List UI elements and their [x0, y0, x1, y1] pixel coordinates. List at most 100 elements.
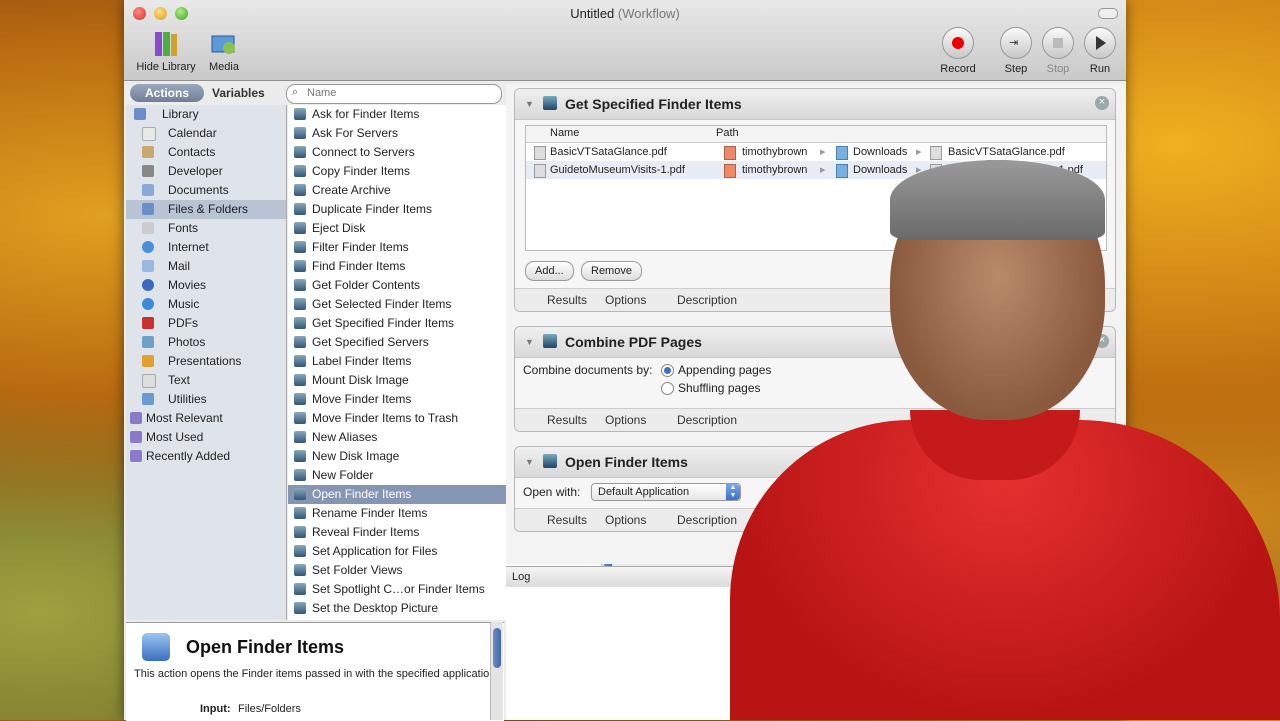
open-with-value: Default Application	[598, 486, 690, 498]
sidebar-item-pdfs[interactable]: PDFs	[126, 314, 286, 333]
run-button[interactable]: Run	[1080, 27, 1120, 75]
tab-variables[interactable]: Variables	[202, 84, 275, 102]
options-tab[interactable]: Options	[605, 413, 646, 427]
sidebar-item-movies[interactable]: Movies	[126, 276, 286, 295]
action-list-item-label: Set the Desktop Picture	[312, 601, 439, 615]
path-separator-icon: ▸	[820, 146, 826, 158]
presentations-icon	[142, 355, 154, 367]
mail-icon	[142, 260, 154, 272]
path-user: timothybrown	[742, 146, 808, 158]
sidebar-item-utilities[interactable]: Utilities	[126, 390, 286, 409]
sidebar-item-calendar[interactable]: Calendar	[126, 124, 286, 143]
finder-action-icon	[294, 526, 306, 538]
column-path-header[interactable]: Path	[716, 127, 739, 139]
sidebar-item-developer[interactable]: Developer	[126, 162, 286, 181]
action-list-item-label: Find Finder Items	[312, 259, 406, 273]
sidebar-item-recently-added[interactable]: Recently Added	[126, 447, 286, 466]
sidebar-item-music[interactable]: Music	[126, 295, 286, 314]
action-header[interactable]: ▼ Get Specified Finder Items ×	[515, 89, 1115, 120]
description-input-value: Files/Folders	[238, 703, 301, 715]
description-text: This action opens the Finder items passe…	[134, 668, 499, 680]
finder-action-icon	[294, 336, 306, 348]
step-button[interactable]: ⇥ Step	[996, 27, 1036, 75]
sidebar-item-most-used[interactable]: Most Used	[126, 428, 286, 447]
sidebar-item-mail[interactable]: Mail	[126, 257, 286, 276]
sidebar-item-label: Documents	[168, 183, 229, 197]
combine-label: Combine documents by:	[523, 363, 653, 377]
path-folder: Downloads	[853, 146, 908, 158]
sidebar-item-photos[interactable]: Photos	[126, 333, 286, 352]
collapse-triangle-icon[interactable]: ▼	[525, 457, 534, 467]
sidebar-item-text[interactable]: Text	[126, 371, 286, 390]
action-list-item-label: Ask For Servers	[312, 126, 399, 140]
record-label: Record	[940, 63, 976, 75]
add-button[interactable]: Add...	[525, 261, 574, 281]
music-icon	[142, 298, 154, 310]
smart-folder-icon	[130, 431, 142, 443]
media-icon	[210, 30, 238, 58]
tab-actions[interactable]: Actions	[130, 84, 204, 102]
description-scrollbar[interactable]	[490, 622, 503, 720]
presenter-hair	[890, 160, 1105, 240]
sidebar-item-label: Utilities	[168, 392, 207, 406]
home-icon	[724, 146, 736, 160]
sidebar-item-label: Calendar	[168, 126, 217, 140]
column-name-header[interactable]: Name	[550, 127, 579, 139]
options-tab[interactable]: Options	[605, 293, 646, 307]
finder-action-icon	[294, 602, 306, 614]
presenter-video-overlay	[690, 160, 1280, 720]
text-icon	[142, 374, 156, 388]
appending-radio[interactable]	[661, 364, 674, 377]
action-list-item-label: Create Archive	[312, 183, 391, 197]
log-label: Log	[512, 571, 531, 583]
media-label: Media	[209, 61, 239, 73]
sidebar-item-fonts[interactable]: Fonts	[126, 219, 286, 238]
pdf-file-icon	[534, 146, 546, 160]
results-tab[interactable]: Results	[547, 293, 587, 307]
toolbar-toggle-button[interactable]	[1098, 8, 1118, 19]
action-list-item-label: Duplicate Finder Items	[312, 202, 433, 216]
search-icon: ⌕	[292, 86, 299, 98]
sidebar-item-contacts[interactable]: Contacts	[126, 143, 286, 162]
sidebar-item-presentations[interactable]: Presentations	[126, 352, 286, 371]
description-scroll-thumb[interactable]	[493, 628, 501, 668]
action-list-item-label: Get Selected Finder Items	[312, 297, 452, 311]
sidebar-item-files-folders[interactable]: Files & Folders	[126, 200, 286, 219]
collapse-triangle-icon[interactable]: ▼	[525, 99, 534, 109]
search-input[interactable]	[305, 86, 489, 100]
action-title: Get Specified Finder Items	[565, 96, 742, 112]
results-tab[interactable]: Results	[547, 413, 587, 427]
options-tab[interactable]: Options	[605, 513, 646, 527]
sidebar-item-documents[interactable]: Documents	[126, 181, 286, 200]
finder-action-icon	[294, 374, 306, 386]
finder-action-icon	[294, 393, 306, 405]
library-icon	[134, 108, 146, 120]
record-button[interactable]: Record	[936, 27, 980, 75]
path-separator-icon: ▸	[916, 146, 922, 158]
sidebar-item-label: Music	[168, 297, 200, 311]
action-list-item-label: Reveal Finder Items	[312, 525, 420, 539]
calendar-icon	[142, 127, 156, 141]
table-row[interactable]: BasicVTSataGlance.pdf timothybrown ▸ Dow…	[526, 143, 1106, 161]
action-list-item-label: Move Finder Items to Trash	[312, 411, 459, 425]
action-list-item-label: Get Folder Contents	[312, 278, 421, 292]
action-list-item-label: Rename Finder Items	[312, 506, 428, 520]
documents-icon	[142, 184, 154, 196]
close-action-icon[interactable]: ×	[1095, 96, 1109, 110]
sidebar-item-most-relevant[interactable]: Most Relevant	[126, 409, 286, 428]
shuffling-radio[interactable]	[661, 382, 674, 395]
collapse-triangle-icon[interactable]: ▼	[525, 337, 534, 347]
sidebar-item-internet[interactable]: Internet	[126, 238, 286, 257]
finder-action-icon	[294, 222, 306, 234]
finder-action-icon	[294, 203, 306, 215]
file-name: BasicVTSataGlance.pdf	[550, 146, 667, 158]
media-button[interactable]: Media	[202, 30, 246, 73]
stop-button[interactable]: Stop	[1038, 27, 1078, 75]
finder-action-icon	[294, 279, 306, 291]
remove-button[interactable]: Remove	[581, 261, 642, 281]
library-search[interactable]: ⌕	[286, 84, 502, 104]
results-tab[interactable]: Results	[547, 513, 587, 527]
hide-library-button[interactable]: Hide Library	[134, 30, 198, 73]
sidebar-item-library[interactable]: ▼Library	[126, 105, 286, 124]
sidebar-item-label: Internet	[168, 240, 209, 254]
